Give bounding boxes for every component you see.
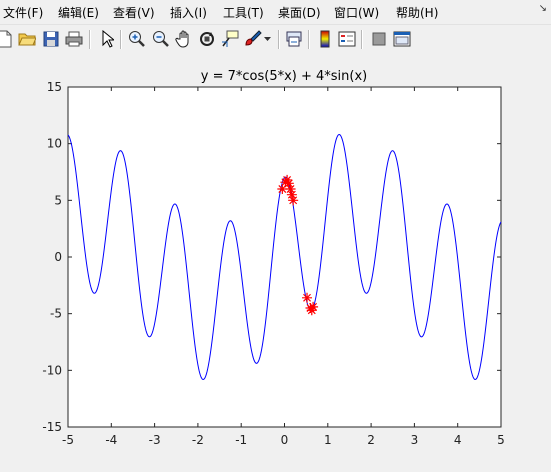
hide-plot-tools-icon[interactable]: [368, 28, 390, 50]
show-plot-tools-icon[interactable]: [391, 28, 413, 50]
print-icon[interactable]: [63, 28, 85, 50]
dock-arrow-icon[interactable]: ↘: [539, 3, 547, 14]
insert-legend-icon[interactable]: [336, 28, 358, 50]
brush-icon[interactable]: [242, 28, 264, 50]
y-tick-label: 10: [47, 137, 62, 151]
zoom-out-icon[interactable]: [150, 28, 172, 50]
x-tick-label: 2: [367, 433, 375, 447]
zoom-in-icon[interactable]: [126, 28, 148, 50]
x-tick-label: 5: [497, 433, 505, 447]
menu-bar: 文件(F) 编辑(E) 查看(V) 插入(I) 工具(T) 桌面(D) 窗口(W…: [0, 0, 551, 24]
x-tick-label: 4: [454, 433, 462, 447]
menu-help[interactable]: 帮助(H): [396, 4, 438, 21]
x-tick-label: -3: [149, 433, 161, 447]
open-folder-icon[interactable]: [16, 28, 38, 50]
menu-insert[interactable]: 插入(I): [170, 4, 207, 21]
x-tick-label: -5: [62, 433, 74, 447]
y-tick-label: -10: [42, 363, 62, 377]
chart-title: y = 7*cos(5*x) + 4*sin(x): [201, 69, 368, 84]
menu-file[interactable]: 文件(F): [3, 4, 43, 21]
rotate-3d-icon[interactable]: [196, 28, 218, 50]
y-tick-label: 0: [54, 250, 62, 264]
plot-svg: y = 7*cos(5*x) + 4*sin(x) -5 -4 -3 -2 -1 0 1 2 3…: [42, 69, 505, 447]
x-tick-label: -1: [235, 433, 247, 447]
y-tick-label: -15: [42, 420, 62, 434]
x-tick-label: -2: [192, 433, 204, 447]
new-file-icon[interactable]: [0, 28, 16, 50]
figure-canvas: y = 7*cos(5*x) + 4*sin(x) -5 -4 -3 -2 -1 0 1 2 3…: [0, 55, 551, 472]
y-tick-label: 5: [54, 193, 62, 207]
menu-view[interactable]: 查看(V): [113, 4, 155, 21]
link-plot-icon[interactable]: [283, 28, 305, 50]
star-marker: [288, 195, 299, 206]
menu-edit[interactable]: 编辑(E): [58, 4, 99, 21]
toolbar: [0, 24, 551, 56]
x-tick-label: 3: [411, 433, 419, 447]
x-tick-label: 0: [281, 433, 289, 447]
star-marker: [302, 292, 313, 303]
menu-desktop[interactable]: 桌面(D): [278, 4, 321, 21]
data-cursor-icon[interactable]: [219, 28, 241, 50]
y-tick-label: -5: [50, 307, 62, 321]
menu-tools[interactable]: 工具(T): [223, 4, 264, 21]
insert-colorbar-icon[interactable]: [314, 28, 336, 50]
menu-window[interactable]: 窗口(W): [334, 4, 379, 21]
pan-hand-icon[interactable]: [173, 28, 195, 50]
x-tick-label: -4: [105, 433, 117, 447]
x-tick-label: 1: [324, 433, 332, 447]
brush-dropdown-icon[interactable]: [262, 28, 274, 50]
save-icon[interactable]: [40, 28, 62, 50]
y-tick-label: 15: [47, 80, 62, 94]
select-arrow-icon[interactable]: [96, 28, 118, 50]
star-marker: [308, 301, 319, 312]
